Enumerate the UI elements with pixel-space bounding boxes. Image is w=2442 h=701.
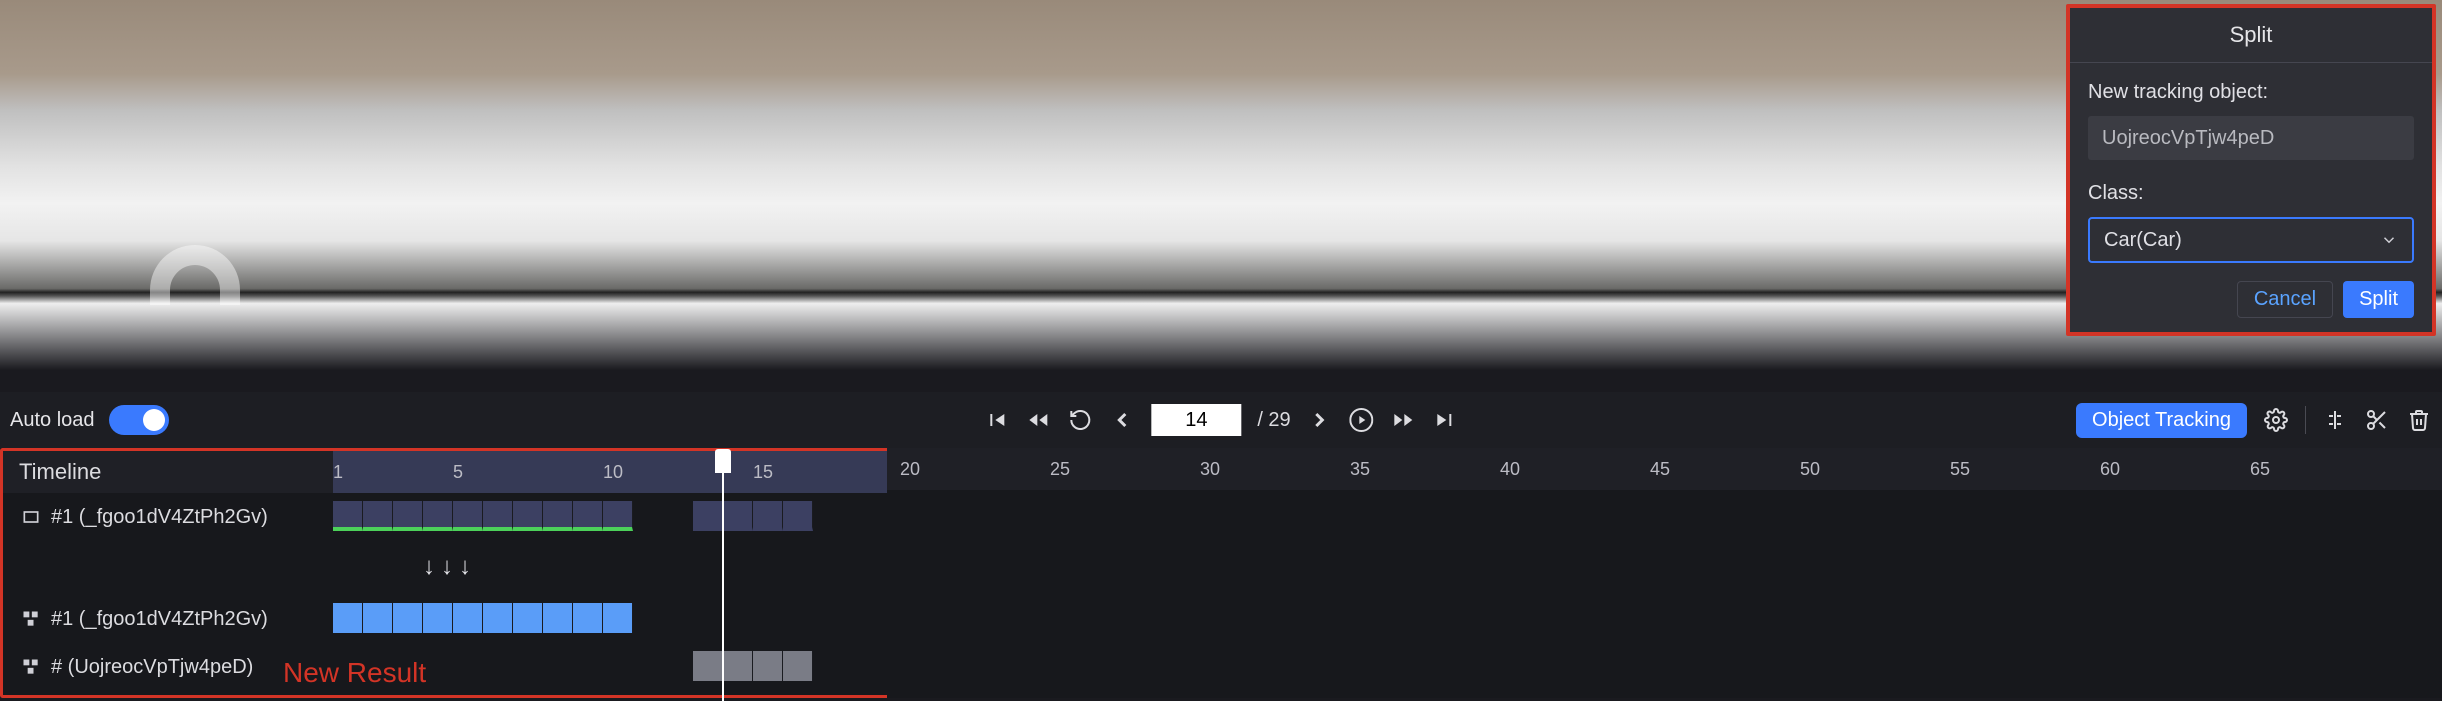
- new-result-label: New Result: [283, 657, 426, 689]
- timeline-segment[interactable]: [333, 501, 633, 531]
- timeline-panel: Timeline 151015 #1 (_fgoo1dV4ZtPh2Gv) ↓↓…: [0, 448, 887, 698]
- ruler-tick: 10: [603, 451, 623, 493]
- settings-icon[interactable]: [2263, 407, 2289, 433]
- divider: [2305, 406, 2306, 434]
- ruler-tick: 30: [1200, 448, 1220, 490]
- next-frame-icon[interactable]: [1307, 407, 1333, 433]
- loop-back-icon[interactable]: [1067, 407, 1093, 433]
- ruler-tick: 55: [1950, 448, 1970, 490]
- split-button[interactable]: Split: [2343, 281, 2414, 318]
- timeline-overflow: 20 25 30 35 40 45 50 55 60 65: [887, 448, 2442, 698]
- track-row-source[interactable]: #1 (_fgoo1dV4ZtPh2Gv): [3, 493, 887, 541]
- step-to-end-icon[interactable]: [1433, 407, 1459, 433]
- total-frames-label: / 29: [1257, 409, 1290, 432]
- class-label: Class:: [2088, 182, 2414, 205]
- timeline-ruler[interactable]: 151015: [333, 451, 887, 493]
- timeline-label: Timeline: [3, 459, 333, 485]
- cancel-button[interactable]: Cancel: [2237, 281, 2333, 318]
- ruler-tick: 40: [1500, 448, 1520, 490]
- class-select[interactable]: Car(Car): [2088, 217, 2414, 263]
- step-to-start-icon[interactable]: [983, 407, 1009, 433]
- timeline-segment[interactable]: [693, 651, 813, 681]
- auto-load-label: Auto load: [10, 409, 95, 432]
- ruler-tick: 15: [753, 451, 773, 493]
- ruler-tick: 25: [1050, 448, 1070, 490]
- cubes-icon: [21, 657, 41, 677]
- rewind-icon[interactable]: [1025, 407, 1051, 433]
- delete-icon[interactable]: [2406, 407, 2432, 433]
- play-icon[interactable]: [1349, 407, 1375, 433]
- playhead[interactable]: [715, 449, 731, 473]
- timeline-segment[interactable]: [333, 603, 633, 633]
- prev-frame-icon[interactable]: [1109, 407, 1135, 433]
- ruler-tick: 5: [453, 451, 463, 493]
- track-label: #1 (_fgoo1dV4ZtPh2Gv): [51, 506, 268, 529]
- playhead-line: [722, 451, 724, 701]
- ruler-tick: 50: [1800, 448, 1820, 490]
- chevron-down-icon: [2380, 231, 2398, 249]
- ruler-tick: 65: [2250, 448, 2270, 490]
- object-tracking-button[interactable]: Object Tracking: [2076, 403, 2247, 438]
- ruler-tick: 20: [900, 448, 920, 490]
- split-title: Split: [2070, 8, 2432, 63]
- fast-forward-icon[interactable]: [1391, 407, 1417, 433]
- ruler-tick: 35: [1350, 448, 1370, 490]
- arrow-spacer: ↓↓↓: [3, 541, 887, 595]
- new-tracking-label: New tracking object:: [2088, 81, 2414, 104]
- split-clip-icon[interactable]: [2322, 407, 2348, 433]
- auto-load-toggle[interactable]: [109, 405, 169, 435]
- timeline-segment[interactable]: [693, 501, 813, 531]
- new-tracking-input[interactable]: [2088, 116, 2414, 160]
- down-arrows-icon: ↓↓↓: [423, 553, 477, 581]
- track-label: # (UojreocVpTjw4peD): [51, 656, 253, 679]
- cubes-icon: [21, 609, 41, 629]
- track-label: #1 (_fgoo1dV4ZtPh2Gv): [51, 608, 268, 631]
- ruler-tick: 45: [1650, 448, 1670, 490]
- ruler-tick: 1: [333, 451, 343, 493]
- split-dialog: Split New tracking object: Class: Car(Ca…: [2066, 4, 2436, 336]
- ruler-tick: 60: [2100, 448, 2120, 490]
- class-select-value: Car(Car): [2104, 229, 2182, 252]
- brand-ring-icon: [150, 245, 240, 305]
- track-row-result-1[interactable]: #1 (_fgoo1dV4ZtPh2Gv): [3, 595, 887, 643]
- scissors-icon[interactable]: [2364, 407, 2390, 433]
- playback-control-bar: Auto load / 29 Object Tracking: [0, 392, 2442, 448]
- track-row-result-2[interactable]: # (UojreocVpTjw4peD): [3, 643, 887, 691]
- current-frame-input[interactable]: [1151, 404, 1241, 436]
- rect-icon: [21, 507, 41, 527]
